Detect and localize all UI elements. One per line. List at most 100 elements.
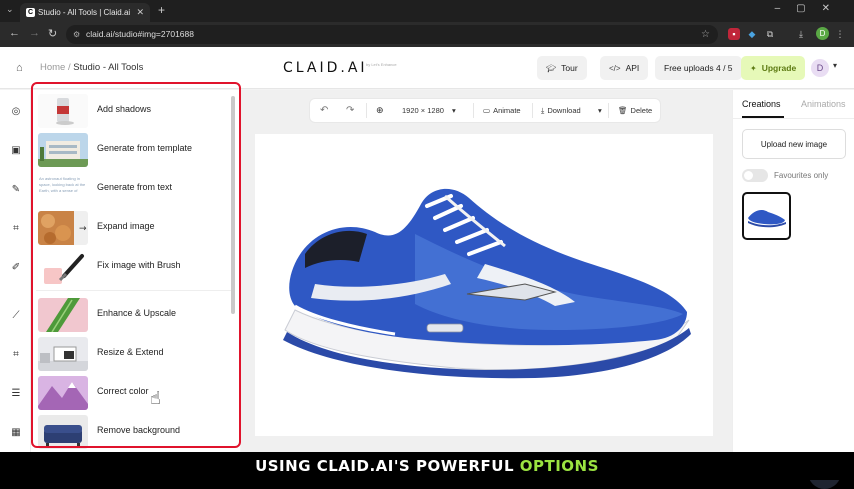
tool-correct-color[interactable]: Correct color <box>36 375 231 411</box>
forward-icon[interactable]: → <box>29 27 40 39</box>
shadow-icon[interactable]: ◎ <box>9 105 23 119</box>
tool-fix-image-with-brush[interactable]: Fix image with Brush <box>36 249 231 285</box>
tool-thumbnail <box>38 250 88 284</box>
download-options-caret[interactable]: ▾ <box>598 99 602 122</box>
browser-tab[interactable]: C Studio - All Tools | Claid.ai ✕ <box>20 3 150 22</box>
image-preview[interactable] <box>255 134 713 436</box>
browser-profile-avatar[interactable]: D <box>816 27 829 40</box>
brush-thumbnail-icon <box>38 250 88 284</box>
film-icon: ▭ <box>483 106 491 115</box>
upload-new-image-button[interactable]: Upload new image <box>742 129 846 159</box>
pen-icon[interactable]: ✎ <box>9 183 23 197</box>
tool-expand-image[interactable]: → Expand image <box>36 210 231 246</box>
window-controls[interactable]: –▢✕ <box>775 3 846 14</box>
tool-add-shadows[interactable]: Add shadows <box>36 93 231 129</box>
room-thumbnail-icon <box>38 337 88 371</box>
browser-menu-icon[interactable]: ⋮ <box>834 28 846 40</box>
tool-label: Fix image with Brush <box>97 260 181 270</box>
tab-creations[interactable]: Creations <box>742 99 781 109</box>
tour-label: Tour <box>561 63 578 73</box>
caret-down-icon: ▾ <box>452 106 456 115</box>
extension-icon-1[interactable]: ▪ <box>728 28 740 40</box>
site-info-icon[interactable]: ⚙ <box>73 25 80 44</box>
claid-app: ⌂ Home / Studio - All Tools CLAID.AI by … <box>0 47 854 489</box>
app-header: ⌂ Home / Studio - All Tools CLAID.AI by … <box>0 47 854 89</box>
tool-label: Add shadows <box>97 104 152 114</box>
animate-button[interactable]: ▭ Animate <box>483 99 521 122</box>
tool-resize-extend[interactable]: Resize & Extend <box>36 336 231 372</box>
zoom-icon[interactable]: ⊕ <box>376 99 384 122</box>
adjust-icon[interactable]: ☰ <box>9 387 23 401</box>
bookmark-star-icon[interactable]: ☆ <box>701 25 710 44</box>
tool-label: Correct color <box>97 386 149 396</box>
checkerboard-icon[interactable]: ▦ <box>9 426 23 440</box>
home-icon[interactable]: ⌂ <box>16 62 28 74</box>
upgrade-button[interactable]: ✦ Upgrade <box>741 56 806 80</box>
address-bar[interactable]: ⚙ claid.ai/studio#img=2701688 ☆ <box>66 25 718 44</box>
active-tab-indicator <box>742 116 784 118</box>
delete-button[interactable]: 🗑︎ Delete <box>618 99 652 122</box>
chevron-down-icon[interactable]: ▾ <box>833 61 837 70</box>
breadcrumb: Home / Studio - All Tools <box>40 62 143 73</box>
url-text: claid.ai/studio#img=2701688 <box>86 29 194 39</box>
brush-icon[interactable]: ✐ <box>9 261 23 275</box>
tool-generate-from-text[interactable]: An astronaut floating in space, looking … <box>36 171 231 207</box>
tool-label: Generate from template <box>97 143 193 153</box>
tab-animations[interactable]: Animations <box>801 99 846 109</box>
extension-icon-2[interactable]: ◆ <box>746 28 758 40</box>
download-label: Download <box>547 106 581 115</box>
downloads-icon[interactable]: ⤓ <box>795 28 807 40</box>
creations-panel: Creations Animations Upload new image Fa… <box>732 90 854 452</box>
tool-generate-from-template[interactable]: Generate from template <box>36 132 231 168</box>
tools-divider <box>36 290 231 291</box>
new-tab-icon[interactable]: + <box>158 3 165 17</box>
crop-icon[interactable]: ⌗ <box>9 222 23 236</box>
canvas-area: ↶ ↷ ⊕ 1920 × 1280 ▾ ▭ Animate ⤓ Download ▾… <box>241 90 732 452</box>
tool-thumbnail: → <box>38 211 88 245</box>
tool-label: Remove background <box>97 425 181 435</box>
tool-category-rail: ◎ ▣ ✎ ⌗ ✐ ⟋ ⌗ ☰ ▦ <box>0 90 31 452</box>
claid-logo[interactable]: CLAID.AI <box>283 60 368 76</box>
tool-label: Enhance & Upscale <box>97 308 177 318</box>
screen: ⌄ C Studio - All Tools | Claid.ai ✕ + –▢… <box>0 0 854 489</box>
toolbar-separator <box>608 103 609 118</box>
api-button[interactable]: </> API <box>600 56 649 80</box>
code-icon: </> <box>609 64 621 73</box>
user-avatar[interactable]: D <box>811 59 829 77</box>
breadcrumb-home[interactable]: Home <box>40 62 65 73</box>
tool-enhance-upscale[interactable]: Enhance & Upscale <box>36 297 231 333</box>
tool-thumbnail: An astronaut floating in space, looking … <box>38 172 88 206</box>
size-select[interactable]: 1920 × 1280 ▾ <box>402 99 456 122</box>
hand-cursor-icon: ☝ <box>150 388 161 408</box>
image-toolbar: ↶ ↷ ⊕ 1920 × 1280 ▾ ▭ Animate ⤓ Download ▾… <box>310 99 660 122</box>
tools-scrollbar[interactable] <box>231 96 235 314</box>
creation-thumbnail[interactable] <box>742 192 791 240</box>
tab-search-icon[interactable]: ⌄ <box>6 4 14 15</box>
trash-icon: 🗑︎ <box>618 106 628 115</box>
redo-icon[interactable]: ↷ <box>346 99 354 122</box>
close-tab-icon[interactable]: ✕ <box>136 3 144 22</box>
tab-title: Studio - All Tools | Claid.ai <box>38 8 131 17</box>
undo-icon[interactable]: ↶ <box>320 99 328 122</box>
image-icon[interactable]: ▣ <box>9 144 23 158</box>
tool-thumbnail <box>38 337 88 371</box>
toolbar-separator <box>366 103 367 118</box>
caption-highlight: OPTIONS <box>519 457 599 475</box>
extensions-puzzle-icon[interactable]: ⧉ <box>764 28 776 40</box>
prompt-preview-text: An astronaut floating in space, looking … <box>39 176 86 193</box>
tool-thumbnail <box>38 415 88 449</box>
api-label: API <box>625 63 640 73</box>
animate-label: Animate <box>493 106 521 115</box>
favourites-toggle[interactable] <box>742 169 768 182</box>
resize-icon[interactable]: ⌗ <box>9 348 23 362</box>
tools-panel: Add shadows Generate from template An as… <box>31 90 240 452</box>
tool-remove-background[interactable]: Remove background <box>36 414 231 450</box>
download-button[interactable]: ⤓ Download <box>541 99 581 122</box>
toolbar-separator <box>532 103 533 118</box>
sparkle-icon: ✦ <box>750 64 757 73</box>
magic-wand-icon[interactable]: ⟋ <box>9 309 23 323</box>
tool-thumbnail <box>38 133 88 167</box>
back-icon[interactable]: ← <box>9 27 20 39</box>
reload-icon[interactable]: ↻ <box>48 27 57 40</box>
tour-button[interactable]: 🎓︎ Tour <box>537 56 587 80</box>
